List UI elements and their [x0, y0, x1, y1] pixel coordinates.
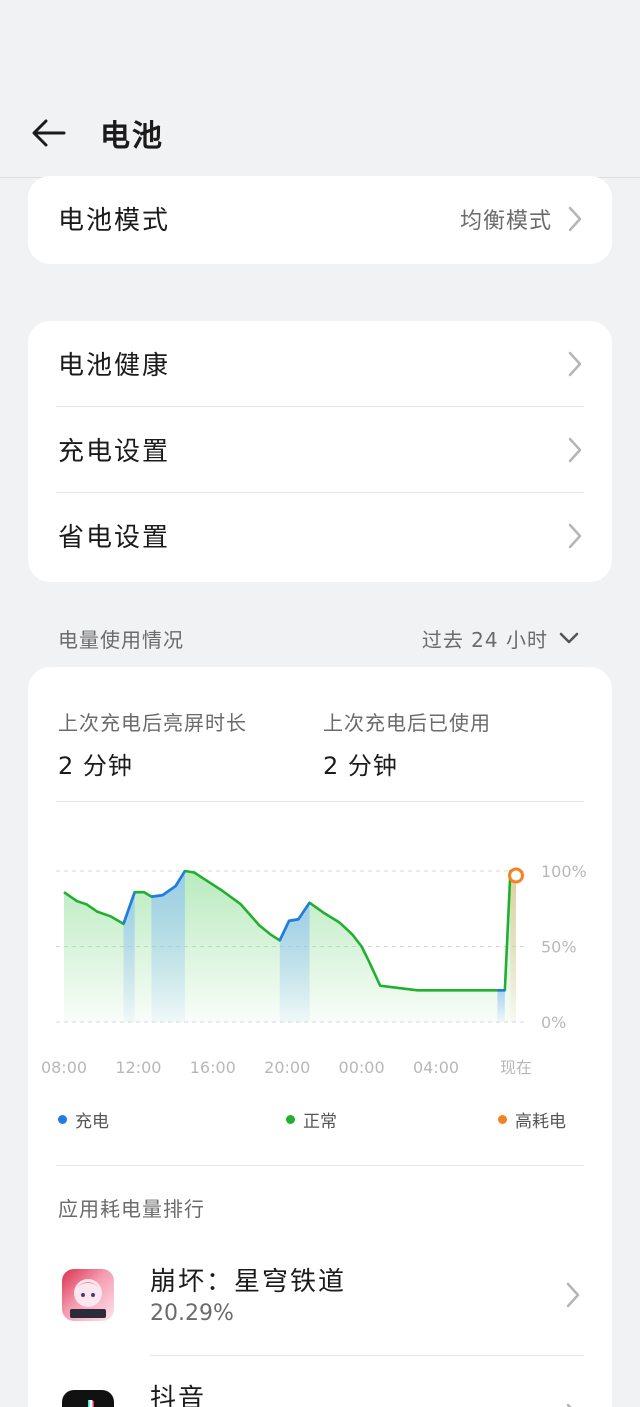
- battery-mode-label: 电池模式: [58, 206, 171, 236]
- app-percent: 20.29%: [150, 1301, 234, 1326]
- battery-health-label: 电池健康: [58, 351, 171, 381]
- status-bar: [0, 0, 640, 88]
- stat-label: 上次充电后已使用: [323, 711, 491, 735]
- chevron-right-icon: [566, 1403, 572, 1407]
- usage-stats: 上次充电后亮屏时长 2 分钟 上次充电后已使用 2 分钟: [58, 707, 588, 781]
- y-tick-label: 50%: [541, 938, 577, 957]
- y-tick-label: 0%: [541, 1013, 566, 1032]
- x-tick-label: 12:00: [115, 1058, 161, 1077]
- legend-label: 充电: [75, 1112, 109, 1132]
- battery-mode-card: 电池模式 均衡模式: [28, 176, 612, 264]
- app-row[interactable]: 崩坏：星穹铁道 20.29%: [28, 1247, 612, 1342]
- legend-dot: [498, 1115, 507, 1124]
- back-arrow-icon: [32, 119, 66, 146]
- app-name: 崩坏：星穹铁道: [150, 1267, 347, 1297]
- chevron-right-icon: [568, 523, 582, 548]
- usage-card: 上次充电后亮屏时长 2 分钟 上次充电后已使用 2 分钟 100% 50% 0%…: [28, 667, 612, 1407]
- usage-section-title: 电量使用情况: [58, 627, 184, 652]
- divider: [150, 1355, 584, 1356]
- y-tick-label: 100%: [541, 862, 587, 881]
- page-title: 电池: [100, 118, 164, 154]
- stat-value: 2 分钟: [58, 752, 133, 780]
- usage-section-header: 电量使用情况 过去 24 小时: [58, 620, 580, 656]
- x-tick-label: 00:00: [339, 1058, 385, 1077]
- charging-area: [497, 990, 505, 1022]
- x-tick-label: 现在: [500, 1058, 532, 1077]
- battery-level-chart: 100% 50% 0% 08:00 12:00 16:00 20:00 00:00 04:00 现…: [41, 862, 587, 1077]
- legend-label: 高耗电: [515, 1112, 566, 1132]
- period-dropdown[interactable]: 过去 24 小时: [422, 624, 580, 653]
- legend-item-normal: 正常: [286, 1107, 337, 1132]
- battery-mode-value: 均衡模式: [459, 208, 552, 234]
- battery-mode-row[interactable]: 电池模式 均衡模式: [28, 176, 612, 261]
- honkai-star-rail-app-icon: [62, 1269, 114, 1321]
- chart-legend: 充电 正常 高耗电: [28, 1107, 612, 1137]
- divider: [56, 801, 584, 802]
- legend-dot: [286, 1115, 295, 1124]
- period-selected-value: 过去 24 小时: [421, 627, 548, 652]
- x-tick-label: 04:00: [413, 1058, 459, 1077]
- stat-label: 上次充电后亮屏时长: [58, 711, 247, 735]
- chevron-right-icon: [568, 437, 582, 462]
- app-name: 抖音: [150, 1384, 207, 1407]
- back-button[interactable]: [0, 88, 100, 178]
- chevron-right-icon: [568, 351, 582, 376]
- charging-settings-row[interactable]: 充电设置: [28, 407, 612, 492]
- x-tick-label: 08:00: [41, 1058, 87, 1077]
- x-tick-label: 20:00: [264, 1058, 310, 1077]
- legend-item-high-drain: 高耗电: [498, 1107, 566, 1132]
- douyin-app-icon: [62, 1390, 114, 1407]
- chevron-right-icon: [568, 206, 582, 231]
- divider: [56, 1165, 584, 1166]
- battery-health-row[interactable]: 电池健康: [28, 321, 612, 406]
- x-tick-label: 16:00: [190, 1058, 236, 1077]
- charging-settings-label: 充电设置: [58, 437, 171, 467]
- legend-label: 正常: [303, 1112, 337, 1132]
- stat-value: 2 分钟: [323, 752, 398, 780]
- current-level-marker: [508, 867, 524, 884]
- chevron-down-icon: [559, 632, 579, 644]
- screen-on-time-stat: 上次充电后亮屏时长 2 分钟: [58, 707, 323, 781]
- chevron-right-icon: [566, 1282, 580, 1308]
- power-saving-settings-row[interactable]: 省电设置: [28, 493, 612, 578]
- used-since-charge-stat: 上次充电后已使用 2 分钟: [323, 707, 588, 781]
- app-ranking-title: 应用耗电量排行: [58, 1197, 205, 1221]
- power-saving-settings-label: 省电设置: [58, 523, 171, 553]
- legend-dot: [58, 1115, 67, 1124]
- battery-settings-card: 电池健康 充电设置 省电设置: [28, 321, 612, 582]
- charging-area: [151, 871, 185, 1022]
- app-row[interactable]: 抖音: [28, 1372, 612, 1407]
- high-drain-area: [510, 871, 516, 1022]
- legend-item-charging: 充电: [58, 1107, 109, 1132]
- app-bar: 电池: [0, 88, 640, 178]
